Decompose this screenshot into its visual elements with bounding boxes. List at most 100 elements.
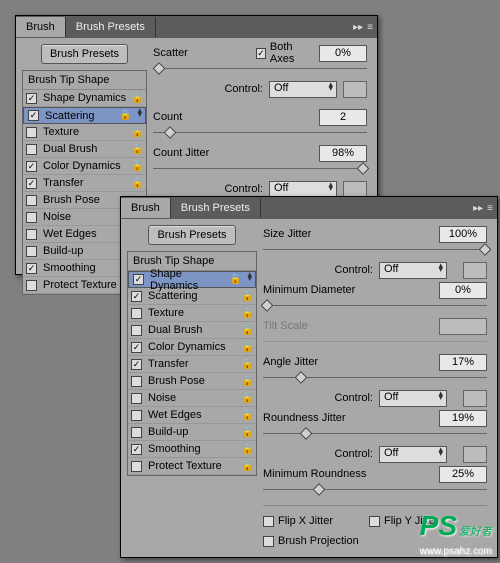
menu-icon[interactable]: ≡ [367,22,373,33]
collapse-icon[interactable]: ▸▸ [353,22,363,33]
option-checkbox[interactable] [26,195,37,206]
option-checkbox[interactable] [131,444,142,455]
option-checkbox[interactable] [131,393,142,404]
lock-icon[interactable]: 🔒 [241,393,253,404]
size-control-select[interactable]: Off [379,262,447,279]
tab-brush[interactable]: Brush [16,17,66,37]
option-checkbox[interactable] [131,376,142,387]
scatter-label: Scatter [153,47,250,59]
scatter-control-select[interactable]: Off [269,81,337,98]
roundness-control-select[interactable]: Off [379,446,447,463]
option-checkbox[interactable] [26,161,37,172]
option-checkbox[interactable] [131,291,142,302]
lock-icon[interactable]: 🔒 [131,144,143,155]
lock-icon[interactable]: 🔒 [241,376,253,387]
count-jitter-slider[interactable] [153,166,367,172]
size-jitter-input[interactable] [439,226,487,243]
lock-icon[interactable]: 🔒 [241,461,253,472]
option-row-wet-edges[interactable]: Wet Edges🔒 [128,407,256,424]
option-checkbox[interactable] [26,144,37,155]
count-jitter-input[interactable] [319,145,367,162]
count-jitter-control-select[interactable]: Off [269,181,337,198]
collapse-icon[interactable]: ▸▸ [473,203,483,214]
min-diameter-input[interactable] [439,282,487,299]
lock-icon[interactable]: 🔒 [131,93,143,104]
option-row-dual-brush[interactable]: Dual Brush🔒 [23,141,146,158]
control-label: Control: [263,392,373,404]
option-row-build-up[interactable]: Build-up🔒 [128,424,256,441]
lock-icon[interactable]: 🔒 [241,359,253,370]
brush-tip-shape-header[interactable]: Brush Tip Shape [23,71,146,90]
option-checkbox[interactable] [26,212,37,223]
option-row-dual-brush[interactable]: Dual Brush 🔒 [128,322,256,339]
option-checkbox[interactable] [26,263,37,274]
min-diameter-slider[interactable] [263,303,487,309]
option-checkbox[interactable] [26,246,37,257]
option-row-texture[interactable]: Texture🔒 [128,305,256,322]
lock-icon[interactable]: 🔒 [241,342,253,353]
option-checkbox[interactable] [26,127,37,138]
brush-presets-button[interactable]: Brush Presets [41,44,128,64]
option-row-scattering[interactable]: Scattering🔒 [23,107,146,124]
count-slider[interactable] [153,130,367,136]
scatter-input[interactable] [319,45,367,62]
option-row-shape-dynamics[interactable]: Shape Dynamics🔒 [128,271,256,288]
option-checkbox[interactable] [26,229,37,240]
option-checkbox[interactable] [26,93,37,104]
roundness-jitter-input[interactable] [439,410,487,427]
option-row-transfer[interactable]: Transfer🔒 [128,356,256,373]
option-label: Brush Pose [41,194,127,206]
option-checkbox[interactable] [131,427,142,438]
option-label: Smoothing [146,443,237,455]
option-checkbox[interactable] [131,342,142,353]
flip-x-jitter-checkbox[interactable] [263,516,274,527]
option-label: Dual Brush [146,324,237,336]
option-checkbox[interactable] [131,359,142,370]
flip-y-jitter-checkbox[interactable] [369,516,380,527]
lock-icon[interactable]: 🔒 [131,178,143,189]
both-axes-checkbox[interactable] [256,48,266,59]
option-checkbox[interactable] [133,274,144,285]
lock-icon[interactable]: 🔒 [241,308,253,319]
roundness-jitter-slider[interactable] [263,431,487,437]
scatter-slider[interactable] [153,66,367,72]
option-row-transfer[interactable]: Transfer🔒 [23,175,146,192]
option-row-protect-texture[interactable]: Protect Texture🔒 [128,458,256,475]
menu-icon[interactable]: ≡ [487,203,493,214]
lock-icon[interactable]: 🔒 [119,110,131,121]
tab-brush[interactable]: Brush [121,198,171,218]
lock-icon[interactable]: 🔒 [241,444,253,455]
min-roundness-slider[interactable] [263,487,487,493]
size-jitter-slider[interactable] [263,247,487,253]
tab-brush-presets[interactable]: Brush Presets [171,198,261,218]
lock-icon[interactable]: 🔒 [241,325,253,336]
angle-jitter-slider[interactable] [263,375,487,381]
lock-icon[interactable]: 🔒 [241,427,253,438]
count-input[interactable] [319,109,367,126]
option-row-texture[interactable]: Texture🔒 [23,124,146,141]
option-row-smoothing[interactable]: Smoothing 🔒 [128,441,256,458]
option-checkbox[interactable] [131,410,142,421]
option-checkbox[interactable] [131,308,142,319]
lock-icon[interactable]: 🔒 [229,274,241,285]
option-checkbox[interactable] [131,325,142,336]
lock-icon[interactable]: 🔒 [131,127,143,138]
option-checkbox[interactable] [131,461,142,472]
lock-icon[interactable]: 🔒 [131,161,143,172]
option-checkbox[interactable] [26,280,37,291]
option-row-brush-pose[interactable]: Brush Pose🔒 [128,373,256,390]
lock-icon[interactable]: 🔒 [241,291,253,302]
option-row-shape-dynamics[interactable]: Shape Dynamics🔒 [23,90,146,107]
angle-control-select[interactable]: Off [379,390,447,407]
option-row-color-dynamics[interactable]: Color Dynamics🔒 [23,158,146,175]
option-checkbox[interactable] [26,178,37,189]
option-row-color-dynamics[interactable]: Color Dynamics🔒 [128,339,256,356]
option-row-noise[interactable]: Noise🔒 [128,390,256,407]
option-checkbox[interactable] [28,110,39,121]
angle-jitter-input[interactable] [439,354,487,371]
tab-brush-presets[interactable]: Brush Presets [66,17,156,37]
min-roundness-input[interactable] [439,466,487,483]
brush-projection-checkbox[interactable] [263,536,274,547]
lock-icon[interactable]: 🔒 [241,410,253,421]
brush-presets-button[interactable]: Brush Presets [148,225,235,245]
